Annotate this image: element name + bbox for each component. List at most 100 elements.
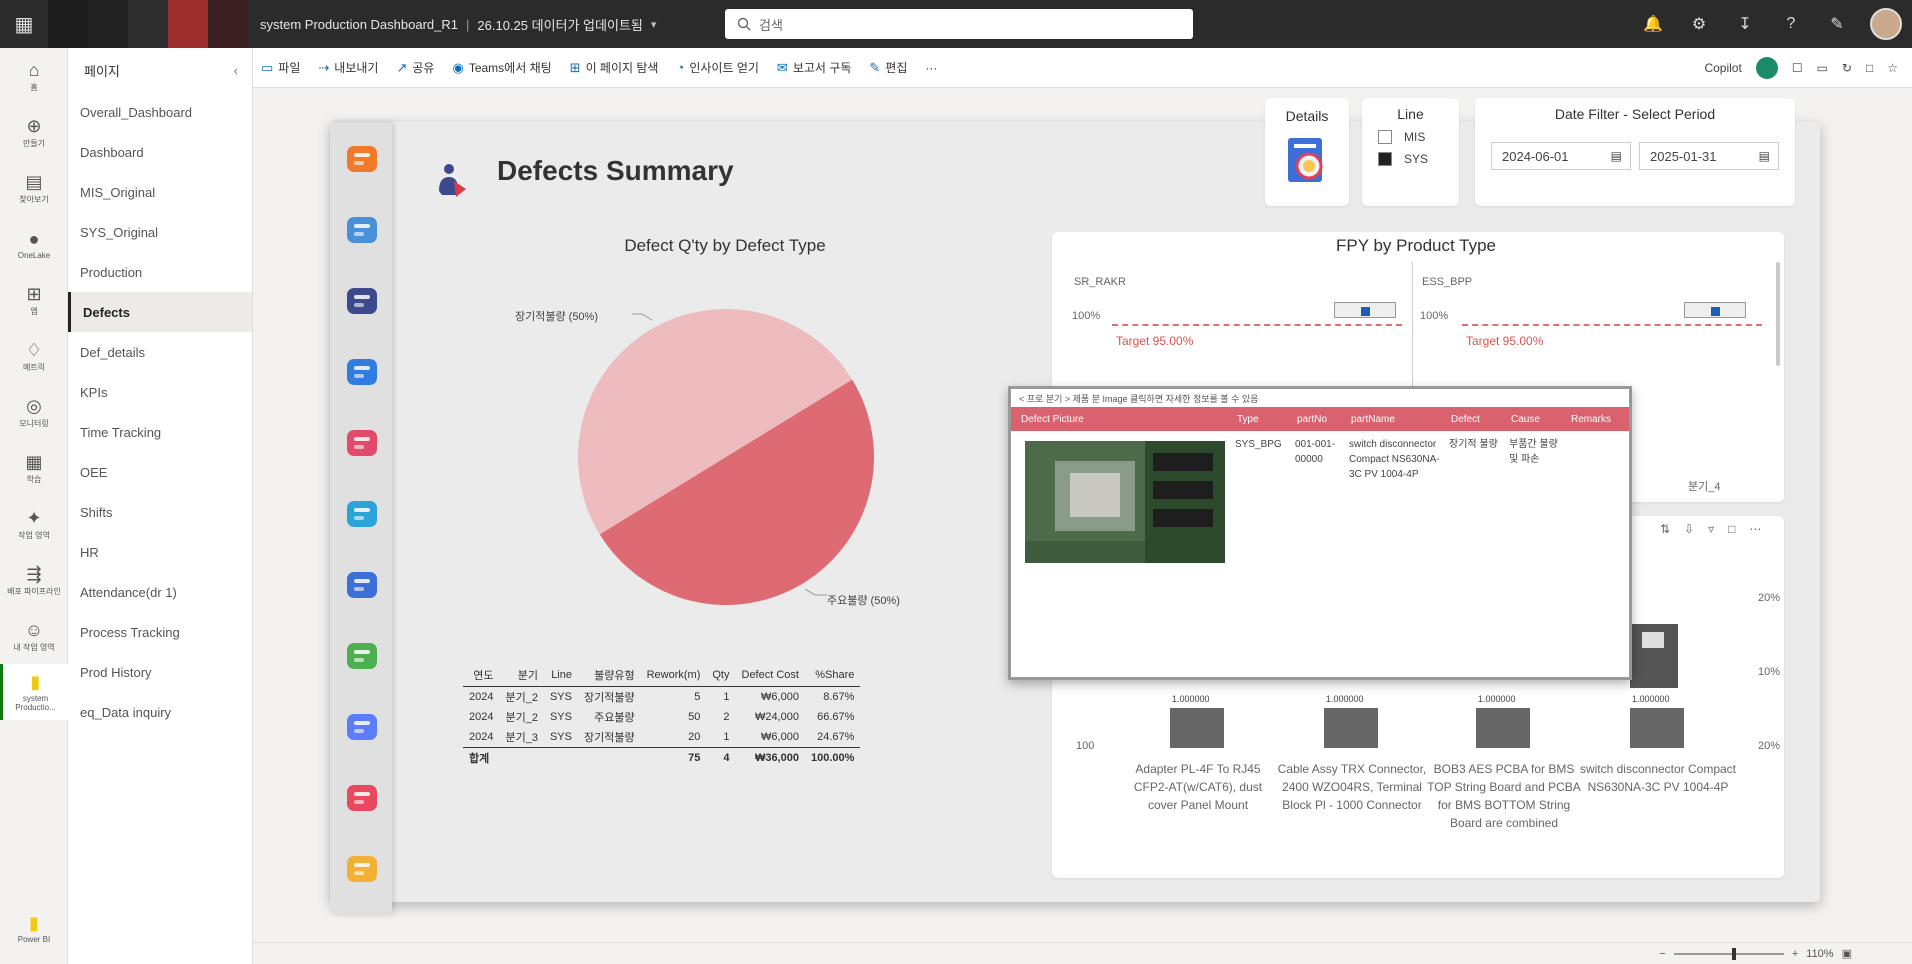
page-tab[interactable]: HR (68, 532, 252, 572)
fit-page-icon[interactable]: ▣ (1842, 947, 1852, 960)
favorite-icon[interactable]: ☆ (1887, 61, 1898, 75)
table-row[interactable]: 2024 분기_2 SYS 장기적불량 5 1 ₩6,000 8.67% (463, 687, 860, 708)
copilot-button[interactable]: Copilot (1704, 61, 1741, 75)
rail-item[interactable]: ⇶ 배포 파이프라인 (0, 552, 68, 608)
table-header[interactable]: 분기 (499, 664, 544, 687)
product-bar[interactable] (1324, 708, 1378, 748)
page-tab[interactable]: Attendance(dr 1) (68, 572, 252, 612)
toolbar-button[interactable]: ↗ 공유 (396, 59, 434, 76)
page-tab[interactable]: Dashboard (68, 132, 252, 172)
rail-item[interactable]: ▦ 학습 (0, 440, 68, 496)
settings-icon[interactable] (343, 495, 381, 533)
end-date-field[interactable]: 2025-01-31 ▤ (1639, 142, 1779, 170)
page-tab[interactable]: Production (68, 252, 252, 292)
powerbi-switcher[interactable]: ▮ Power BI (0, 900, 68, 956)
table-header[interactable]: Defect Cost (735, 664, 805, 687)
rail-item[interactable]: ▮ system Productio... (0, 664, 68, 720)
page-tab[interactable]: MIS_Original (68, 172, 252, 212)
chat-icon[interactable] (343, 779, 381, 817)
drill-icon[interactable]: ⇩ (1684, 522, 1694, 536)
search-doc-icon[interactable] (343, 566, 381, 604)
workflow-icon[interactable] (343, 708, 381, 746)
page-tab[interactable]: Process Tracking (68, 612, 252, 652)
fpy-slicer[interactable] (1684, 302, 1746, 318)
product-thumb[interactable] (1630, 624, 1678, 688)
zoom-knob[interactable] (1731, 947, 1736, 960)
product-bar[interactable] (1630, 708, 1684, 748)
table-row[interactable]: 2024 분기_3 SYS 장기적불량 20 1 ₩6,000 24.67% (463, 727, 860, 748)
toolbar-button[interactable]: ✉ 보고서 구독 (777, 59, 851, 76)
rail-item[interactable]: ☺ 내 작업 영역 (0, 608, 68, 664)
folder-icon[interactable] (343, 637, 381, 675)
checkbox-mis[interactable] (1378, 130, 1392, 144)
line-option-sys[interactable]: SYS (1378, 152, 1459, 166)
page-tab[interactable]: eq_Data inquiry (68, 692, 252, 732)
report-refresh-info[interactable]: 26.10.25 데이터가 업데이트됨 (477, 15, 642, 34)
notes-icon[interactable] (343, 850, 381, 888)
chevron-down-icon[interactable]: ▾ (651, 18, 657, 31)
home-icon[interactable] (343, 140, 381, 178)
rail-item[interactable]: ✦ 작업 영역 (0, 496, 68, 552)
page-tab[interactable]: SYS_Original (68, 212, 252, 252)
card-icon[interactable] (343, 211, 381, 249)
rail-item[interactable]: ◎ 모니터링 (0, 384, 68, 440)
defect-pie-chart[interactable] (566, 297, 886, 617)
table-row[interactable]: 2024 분기_2 SYS 주요불량 50 2 ₩24,000 66.67% (463, 707, 860, 727)
table-header[interactable]: 연도 (463, 664, 500, 687)
table-header[interactable]: Qty (706, 664, 736, 687)
zoom-out-icon[interactable]: − (1659, 948, 1665, 960)
page-tab[interactable]: OEE (68, 452, 252, 492)
defects-icon[interactable] (343, 282, 381, 320)
calendar-icon[interactable]: ▤ (1611, 149, 1622, 163)
more-options-icon[interactable]: ··· (925, 61, 937, 75)
filter-icon[interactable]: ▿ (1708, 522, 1714, 536)
table-header[interactable]: %Share (804, 664, 861, 687)
page-tab[interactable]: Prod History (68, 652, 252, 692)
rail-item[interactable]: ▤ 찾아보기 (0, 160, 68, 216)
calendar-icon[interactable]: ▤ (1759, 149, 1770, 163)
page-tab[interactable]: Time Tracking (68, 412, 252, 452)
rail-item[interactable]: ♢ 메트릭 (0, 328, 68, 384)
copilot-icon[interactable] (1755, 57, 1778, 79)
comment-icon[interactable]: □ (1866, 61, 1873, 75)
scrollbar[interactable] (1776, 262, 1780, 366)
product-bar[interactable] (1170, 708, 1224, 748)
zoom-slider[interactable] (1673, 947, 1784, 960)
toolbar-button[interactable]: ◔ 인사이트 얻기 (676, 59, 758, 76)
page-tab[interactable]: KPIs (68, 372, 252, 412)
settings-icon[interactable]: ⚙ (1680, 5, 1718, 43)
checkbox-sys[interactable] (1378, 152, 1392, 166)
defect-picture[interactable] (1025, 441, 1225, 563)
toolbar-button[interactable]: ⇢ 내보내기 (318, 59, 378, 76)
search-input[interactable]: 검색 (725, 9, 1193, 39)
zoom-in-icon[interactable]: + (1792, 948, 1798, 960)
rail-item[interactable]: ⌂ 홈 (0, 48, 68, 104)
bookmark-icon[interactable]: ☐ (1792, 61, 1803, 75)
more-icon[interactable]: ⋯ (1749, 522, 1761, 536)
table-header[interactable]: Rework(m) (640, 664, 707, 687)
page-tab[interactable]: Defects (68, 292, 252, 332)
download-icon[interactable]: ↧ (1726, 5, 1764, 43)
line-option-mis[interactable]: MIS (1378, 130, 1459, 144)
details-card[interactable]: Details (1265, 98, 1349, 206)
feedback-icon[interactable]: ✎ (1818, 5, 1856, 43)
rail-item[interactable]: ⊞ 앱 (0, 272, 68, 328)
avatar[interactable] (1870, 8, 1902, 40)
notifications-icon[interactable]: 🔔 (1634, 5, 1672, 43)
toolbar-button[interactable]: ✎ 편집 (869, 59, 907, 76)
toolbar-button[interactable]: ⊞ 이 페이지 탐색 (570, 59, 659, 76)
report-name[interactable]: system Production Dashboard_R1 (260, 17, 458, 32)
page-tab[interactable]: Overall_Dashboard (68, 92, 252, 132)
focus-icon[interactable]: □ (1728, 522, 1735, 536)
view-icon[interactable]: ▭ (1817, 61, 1828, 75)
details-icon[interactable] (1282, 134, 1332, 188)
rail-item[interactable]: ● OneLake (0, 216, 68, 272)
pin-icon[interactable]: ⇅ (1660, 522, 1670, 536)
refresh-icon[interactable]: ↻ (1842, 61, 1852, 75)
start-date-field[interactable]: 2024-06-01 ▤ (1491, 142, 1631, 170)
app-launcher-icon[interactable]: ▦ (0, 0, 48, 48)
page-tab[interactable]: Def_details (68, 332, 252, 372)
rail-item[interactable]: ⊕ 만들기 (0, 104, 68, 160)
toolbar-button[interactable]: ◉ Teams에서 채팅 (452, 59, 551, 76)
table-header[interactable]: Line (543, 664, 578, 687)
